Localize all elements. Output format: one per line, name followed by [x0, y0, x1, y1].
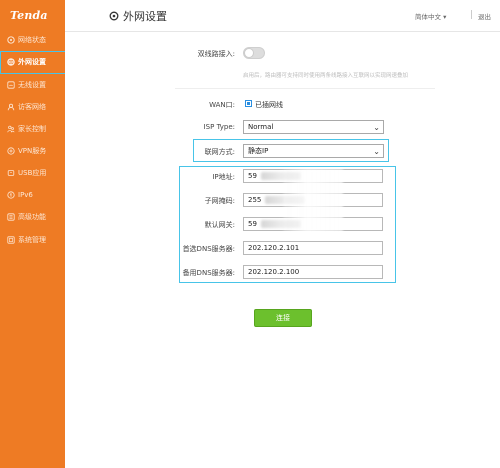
section-divider	[175, 88, 435, 89]
sidebar-item-vpn[interactable]: VPN服务	[0, 141, 65, 161]
subnet-mask-label: 子网掩码:	[204, 197, 235, 205]
dual-wan-hint: 启用后，路由器可支持同时使用两条线路接入互联网以实现网速叠加	[243, 73, 409, 79]
page-title-text: 外网设置	[123, 10, 167, 23]
guest-icon	[7, 103, 15, 111]
language-selector[interactable]: 简体中文 ▾	[415, 11, 446, 21]
gateway-input[interactable]: 59	[243, 217, 383, 231]
ip-address-label: IP地址:	[212, 173, 235, 181]
svg-text:6: 6	[10, 193, 13, 198]
network-status-icon	[7, 36, 15, 44]
sidebar-item-label: 系统管理	[18, 236, 46, 244]
secondary-dns-input[interactable]: 202.120.2.100	[243, 265, 383, 279]
sidebar-item-wireless[interactable]: 无线设置	[0, 75, 65, 95]
sidebar-item-system[interactable]: 系统管理	[0, 230, 65, 250]
sidebar-item-label: VPN服务	[18, 147, 47, 155]
ip-address-value: 59	[248, 172, 257, 180]
sidebar-item-ipv6[interactable]: 6 IPv6	[0, 185, 65, 205]
sidebar-item-label: 外网设置	[18, 58, 46, 66]
language-label: 简体中文	[415, 13, 441, 21]
settings-icon	[109, 11, 119, 21]
sidebar-item-label: 高级功能	[18, 213, 46, 221]
sidebar-item-advanced[interactable]: 高级功能	[0, 207, 65, 227]
divider	[471, 10, 472, 19]
redacted-block	[260, 172, 301, 180]
page-title: 外网设置	[109, 8, 167, 24]
sidebar-item-label: 访客网络	[18, 103, 46, 111]
sidebar-item-label: USB应用	[18, 169, 47, 177]
connection-type-value: 静态IP	[248, 147, 269, 155]
advanced-icon	[7, 213, 15, 221]
redacted-block	[260, 220, 301, 228]
connection-type-label: 联网方式:	[204, 148, 235, 156]
sidebar-item-wan-settings[interactable]: 外网设置	[0, 52, 65, 72]
isp-type-select[interactable]: Normal ⌄	[243, 120, 384, 134]
sidebar-item-usb[interactable]: USB应用	[0, 163, 65, 183]
ip-address-input[interactable]: 59	[243, 169, 383, 183]
sidebar-item-guest[interactable]: 访客网络	[0, 97, 65, 117]
sidebar-item-label: 网络状态	[18, 36, 46, 44]
top-bar: 外网设置 简体中文 ▾ 退出	[65, 0, 500, 32]
wifi-icon	[7, 81, 15, 89]
primary-dns-input[interactable]: 202.120.2.101	[243, 241, 383, 255]
sidebar-item-label: 家长控制	[18, 125, 46, 133]
sidebar-item-parental[interactable]: 家长控制	[0, 119, 65, 139]
toggle-knob	[244, 48, 254, 58]
globe-icon	[7, 58, 15, 66]
secondary-dns-value: 202.120.2.100	[248, 268, 300, 276]
sidebar: Tenda 网络状态 外网设置 无线设置 访客网络 家长控制 VPN服务 USB…	[0, 0, 65, 468]
connection-type-select[interactable]: 静态IP ⌄	[243, 144, 384, 158]
isp-type-value: Normal	[248, 123, 274, 131]
primary-dns-label: 首选DNS服务器:	[182, 245, 235, 253]
ipv6-icon: 6	[7, 191, 15, 199]
subnet-mask-input[interactable]: 255	[243, 193, 383, 207]
chevron-down-icon: ⌄	[373, 123, 380, 132]
usb-icon	[7, 169, 15, 177]
wan-port-label: WAN口:	[209, 101, 235, 109]
redacted-block	[265, 196, 306, 204]
sidebar-item-label: IPv6	[18, 191, 33, 199]
subnet-mask-value: 255	[248, 196, 262, 204]
primary-dns-value: 202.120.2.101	[248, 244, 300, 252]
chevron-down-icon: ▾	[443, 13, 447, 21]
vpn-icon	[7, 147, 15, 155]
system-icon	[7, 236, 15, 244]
dual-wan-toggle[interactable]	[243, 47, 265, 59]
chevron-down-icon: ⌄	[373, 147, 380, 156]
parental-icon	[7, 125, 15, 133]
logout-link[interactable]: 退出	[478, 11, 491, 21]
secondary-dns-label: 备用DNS服务器:	[182, 269, 235, 277]
isp-type-label: ISP Type:	[203, 123, 235, 131]
tenda-logo: Tenda	[10, 9, 48, 22]
sidebar-item-label: 无线设置	[18, 81, 46, 89]
wan-status-text: 已插网线	[255, 101, 283, 109]
gateway-label: 默认网关:	[204, 221, 235, 229]
gateway-value: 59	[248, 220, 257, 228]
main-panel: 外网设置 简体中文 ▾ 退出 双线路接入: 启用后，路由器可支持同时使用两条线路…	[65, 0, 500, 468]
sidebar-item-network-status[interactable]: 网络状态	[0, 30, 65, 50]
connect-button[interactable]: 连接	[254, 309, 312, 327]
wan-status-checkbox	[245, 100, 252, 107]
dual-wan-label: 双线路接入:	[197, 50, 235, 58]
